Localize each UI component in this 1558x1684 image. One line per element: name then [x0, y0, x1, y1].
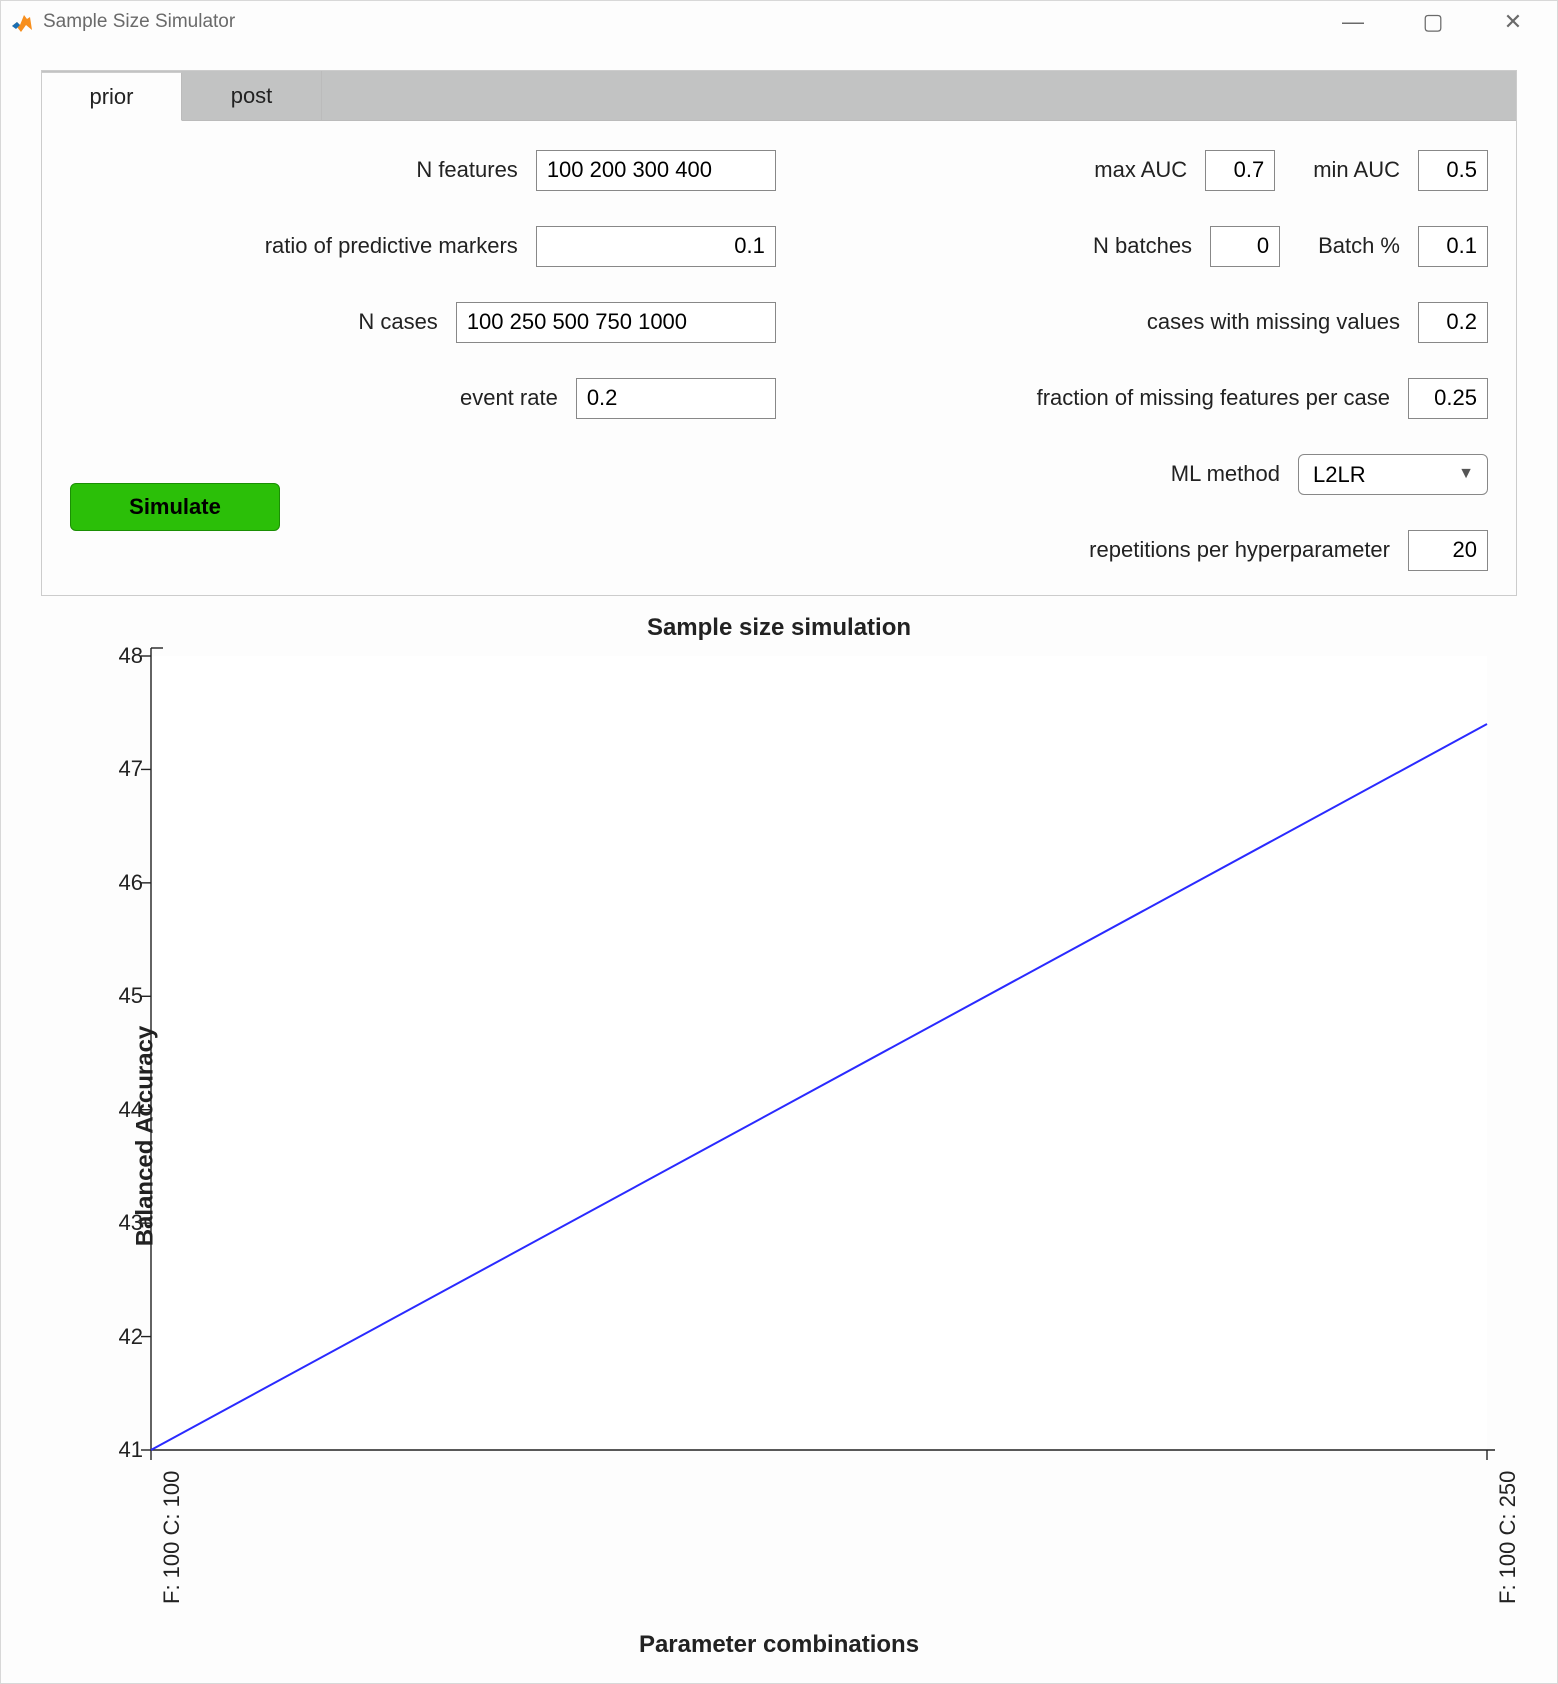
config-panel: prior post N features ratio of pre — [41, 70, 1517, 596]
chart-ytick-label: 43 — [93, 1210, 143, 1236]
tab-label: prior — [89, 84, 133, 110]
titlebar: Sample Size Simulator — ▢ ✕ — [1, 1, 1557, 42]
chart-ytick-label: 45 — [93, 983, 143, 1009]
tab-strip: prior post — [42, 71, 1516, 121]
chart-ytick-label: 48 — [93, 643, 143, 669]
chart-xtick-label: F: 100 C: 100 — [159, 1471, 185, 1604]
form-grid: N features ratio of predictive markers N… — [70, 147, 1488, 573]
ratio-markers-label: ratio of predictive markers — [265, 233, 518, 259]
chart-frame: Balanced Accuracy 4142434445464748F: 100… — [51, 646, 1507, 1625]
n-cases-label: N cases — [358, 309, 437, 335]
minimize-button[interactable]: — — [1339, 9, 1367, 35]
window-controls: — ▢ ✕ — [1339, 1, 1557, 42]
min-auc-input[interactable] — [1418, 150, 1488, 191]
window-title: Sample Size Simulator — [43, 11, 235, 33]
max-auc-input[interactable] — [1205, 150, 1275, 191]
cases-missing-label: cases with missing values — [1147, 309, 1400, 335]
reps-label: repetitions per hyperparameter — [1089, 537, 1390, 563]
min-auc-label: min AUC — [1313, 157, 1400, 183]
tab-body-prior: N features ratio of predictive markers N… — [42, 121, 1516, 595]
event-rate-label: event rate — [460, 385, 558, 411]
client-area: prior post N features ratio of pre — [1, 42, 1557, 1683]
ml-method-label: ML method — [1171, 461, 1280, 487]
chart-ytick-label: 41 — [93, 1437, 143, 1463]
chart-ytick-label: 46 — [93, 870, 143, 896]
frac-missing-input[interactable] — [1408, 378, 1488, 419]
chart-ytick-label: 47 — [93, 756, 143, 782]
batch-perc-input[interactable] — [1418, 226, 1488, 267]
matlab-icon — [9, 10, 33, 34]
n-batches-input[interactable] — [1210, 226, 1280, 267]
ratio-markers-input[interactable] — [536, 226, 776, 267]
chart-area: Sample size simulation Balanced Accuracy… — [41, 596, 1517, 1663]
frac-missing-label: fraction of missing features per case — [1037, 385, 1390, 411]
chart-title: Sample size simulation — [51, 614, 1507, 642]
close-button[interactable]: ✕ — [1499, 9, 1527, 35]
chart-xtick-label: F: 100 C: 250 — [1495, 1471, 1521, 1604]
reps-input[interactable] — [1408, 530, 1488, 571]
n-cases-input[interactable] — [456, 302, 776, 343]
n-features-label: N features — [416, 157, 518, 183]
ml-method-select-wrap: L2LR ▼ — [1298, 454, 1488, 495]
n-batches-label: N batches — [1093, 233, 1192, 259]
tab-prior[interactable]: prior — [42, 72, 182, 121]
max-auc-label: max AUC — [1094, 157, 1187, 183]
event-rate-input[interactable] — [576, 378, 776, 419]
n-features-input[interactable] — [536, 150, 776, 191]
app-window: Sample Size Simulator — ▢ ✕ prior post — [0, 0, 1558, 1684]
chart-ytick-label: 44 — [93, 1097, 143, 1123]
simulate-button[interactable]: Simulate — [70, 483, 280, 531]
chart-ytick-label: 42 — [93, 1324, 143, 1350]
maximize-button[interactable]: ▢ — [1419, 9, 1447, 35]
chart-svg — [51, 646, 1507, 1625]
batch-perc-label: Batch % — [1318, 233, 1400, 259]
chart-xlabel: Parameter combinations — [51, 1631, 1507, 1659]
ml-method-select[interactable]: L2LR — [1298, 454, 1488, 495]
cases-missing-input[interactable] — [1418, 302, 1488, 343]
tab-label: post — [231, 83, 273, 109]
tab-post[interactable]: post — [182, 71, 322, 120]
